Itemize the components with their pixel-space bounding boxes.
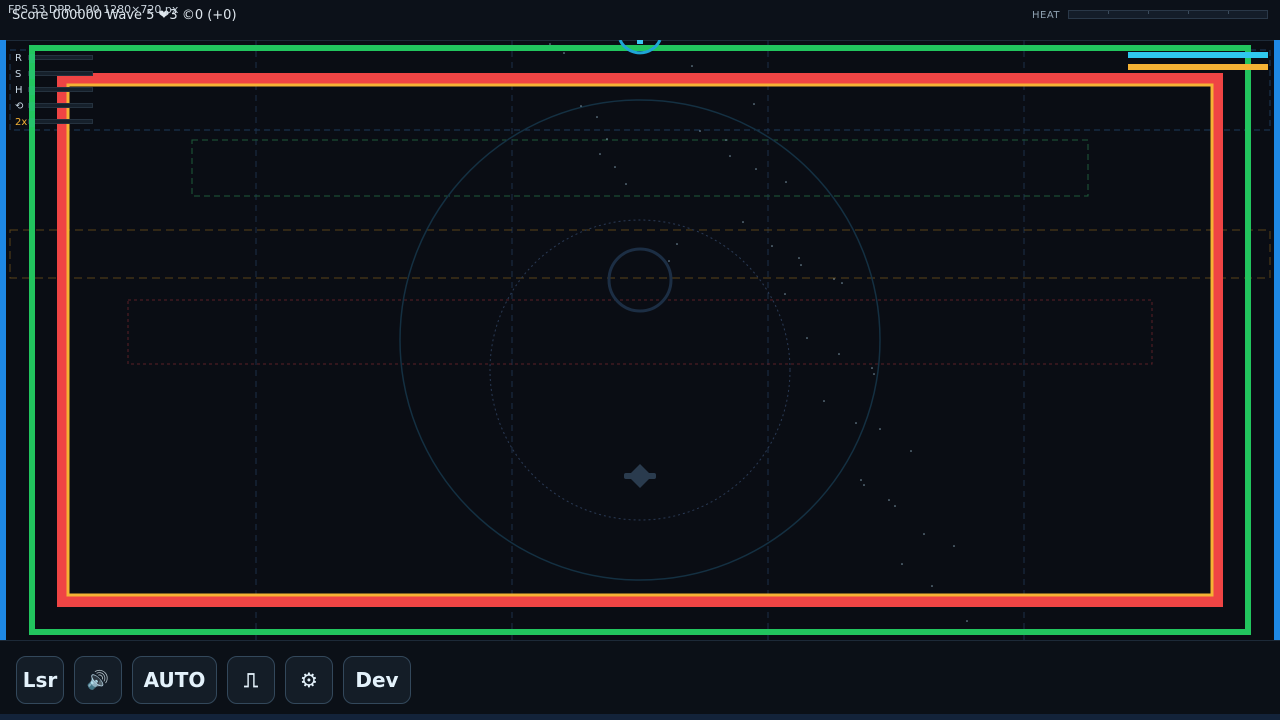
stat-label-reload: ⟲ [15, 101, 24, 112]
target-ring [607, 247, 673, 313]
auto-fire-button[interactable]: AUTO [132, 656, 217, 704]
stat-fill [29, 70, 35, 79]
top-hud-bar: Score 000000 Wave 5 ❤3 ©0 (+0) FPS 53 DP… [0, 0, 1280, 41]
stat-track [28, 87, 93, 92]
speaker-icon[interactable]: 🔊 [74, 656, 122, 704]
game-playfield[interactable] [6, 40, 1274, 640]
player-ship [624, 464, 656, 488]
innermost-boundary [66, 83, 1214, 597]
stat-track [28, 71, 93, 76]
range-circle [399, 99, 881, 581]
stat-fill [29, 54, 35, 63]
right-edge-bar [1274, 40, 1280, 640]
gear-icon[interactable]: ⚙ [285, 656, 333, 704]
stat-fill [29, 86, 35, 95]
hud-safe-zone [9, 49, 1271, 131]
heat-label: HEAT [1032, 10, 1061, 21]
shield-meter [1128, 52, 1268, 58]
outer-boundary [29, 45, 1251, 635]
fps-readout: FPS 53 DPR 1.00 1280×720 px [8, 3, 179, 16]
spawn-zone [191, 139, 1089, 197]
energy-meter [1128, 64, 1268, 70]
laser-button[interactable]: Lsr [16, 656, 64, 704]
stat-label-h: H [15, 85, 23, 96]
stat-fill [29, 118, 35, 127]
heat-tick [1148, 11, 1149, 14]
bottom-strip [0, 714, 1280, 720]
dev-button[interactable]: Dev [343, 656, 411, 704]
inner-boundary [57, 73, 1223, 607]
heat-bar [1068, 10, 1268, 19]
stat-fill [29, 102, 35, 111]
warning-zone [9, 229, 1271, 279]
heat-tick [1188, 11, 1189, 14]
spawn-portal-core [637, 40, 643, 44]
stat-label-r: R [15, 53, 22, 64]
stat-label-s: S [15, 69, 22, 80]
stat-track [28, 103, 93, 108]
heat-tick [1228, 11, 1229, 14]
stat-track [28, 55, 93, 60]
pulse-icon[interactable]: ⎍ [227, 656, 275, 704]
stat-track [28, 119, 93, 124]
stat-label-multiplier: 2x [15, 117, 28, 128]
heat-tick [1108, 11, 1109, 14]
